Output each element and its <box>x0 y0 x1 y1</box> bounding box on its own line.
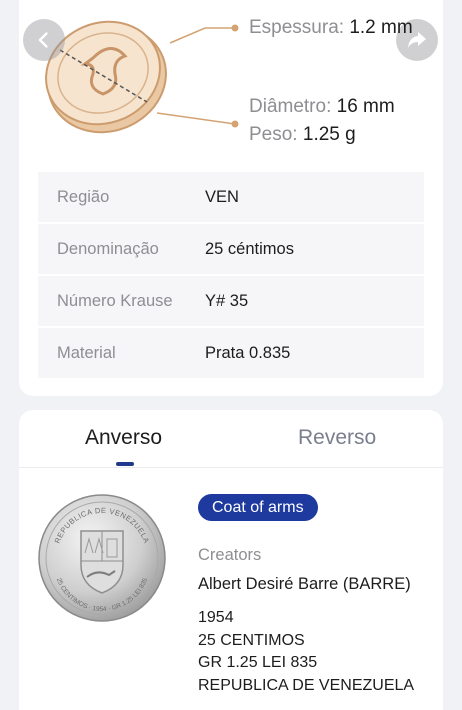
tab-reverse[interactable]: Reverso <box>298 426 376 450</box>
side-tabs: Anverso Reverso <box>19 420 443 468</box>
coat-of-arms-badge[interactable]: Coat of arms <box>198 494 318 521</box>
creator-name[interactable]: Albert Desiré Barre (BARRE) <box>198 575 411 594</box>
thickness-value: 1.2 mm <box>349 17 413 38</box>
inscription-line: GR 1.25 LEI 835 <box>198 654 318 671</box>
detail-label: Denominação <box>57 239 159 258</box>
diameter-spec: Diâmetro: 16 mm <box>249 96 395 118</box>
detail-label: Material <box>57 343 116 362</box>
inscription-line: 1954 <box>198 609 234 626</box>
thickness-spec: Espessura: 1.2 mm <box>249 17 413 39</box>
inscription-line: 25 CENTIMOS <box>198 631 305 649</box>
detail-value: 25 céntimos <box>205 239 294 258</box>
obverse-inscription: 1954 25 CENTIMOS GR 1.25 LEI 835 REPUBLI… <box>198 607 414 697</box>
chevron-left-icon <box>38 32 48 48</box>
inscription-line: REPUBLICA DE VENEZUELA <box>198 676 415 694</box>
active-tab-indicator <box>116 462 134 466</box>
detail-label: Região <box>57 187 110 206</box>
diameter-value: 16 mm <box>336 96 395 117</box>
coin-obverse-image[interactable]: REPUBLICA DE VENEZUELA 25 CENTIMOS · 195… <box>37 493 167 623</box>
coin-dimension-diagram <box>45 20 239 134</box>
thickness-label: Espessura: <box>249 17 345 38</box>
detail-value: Prata 0.835 <box>205 343 291 362</box>
detail-value: VEN <box>205 187 239 206</box>
detail-row-krause: Número Krause Y# 35 <box>38 276 424 326</box>
creators-label: Creators <box>198 546 262 564</box>
back-button[interactable] <box>23 19 65 61</box>
tab-obverse[interactable]: Anverso <box>85 426 162 450</box>
weight-label: Peso: <box>249 124 298 145</box>
diameter-label: Diâmetro: <box>249 96 332 117</box>
detail-label: Número Krause <box>57 291 173 310</box>
detail-row-material: Material Prata 0.835 <box>38 328 424 378</box>
weight-value: 1.25 g <box>302 124 356 145</box>
weight-spec: Peso: 1.25 g <box>249 124 356 146</box>
detail-value: Y# 35 <box>205 291 249 310</box>
coin-details-table: Região VEN Denominação 25 céntimos Númer… <box>38 172 424 380</box>
detail-row-region: Região VEN <box>38 172 424 222</box>
detail-row-denomination: Denominação 25 céntimos <box>38 224 424 274</box>
